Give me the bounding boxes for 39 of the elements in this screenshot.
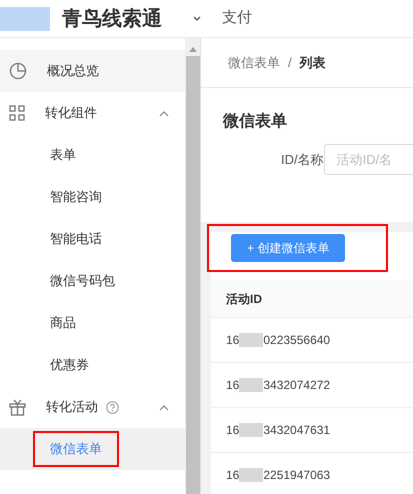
chevron-up-icon[interactable]	[159, 110, 169, 116]
gift-icon	[9, 398, 26, 416]
logo-placeholder	[0, 6, 50, 30]
redaction-block	[239, 378, 264, 392]
sidebar-group[interactable]: 转化活动	[46, 397, 98, 417]
pie-chart-icon	[9, 62, 27, 80]
id-suffix: 2251947063	[263, 467, 330, 484]
id-suffix: 3432047631	[263, 422, 330, 439]
id-prefix: 16	[226, 332, 240, 349]
id-prefix: 16	[226, 467, 240, 484]
id-prefix: 16	[226, 422, 240, 439]
sidebar-item[interactable]: 微信号码包	[33, 263, 132, 299]
search-field[interactable]: 活动ID/名	[324, 144, 413, 175]
product-name: 青鸟线索通	[62, 6, 162, 32]
redaction-block	[239, 423, 264, 437]
breadcrumb-link[interactable]: 微信表单	[228, 52, 280, 72]
id-prefix: 16	[226, 377, 240, 394]
column-header: 活动ID	[226, 290, 262, 308]
sidebar-item[interactable]: 表单	[33, 137, 93, 173]
filter-label: ID/名称	[281, 150, 324, 169]
chevron-down-icon[interactable]	[192, 14, 202, 22]
help-icon[interactable]	[106, 400, 119, 414]
scroll-up-icon[interactable]	[188, 46, 196, 52]
sidebar-item[interactable]: 优惠券	[33, 347, 106, 383]
id-suffix: 3432074272	[263, 377, 330, 394]
sidebar-item[interactable]: 概况总览	[47, 61, 99, 81]
sidebar-item[interactable]: 智能咨询	[33, 179, 119, 215]
breadcrumb-separator: /	[288, 54, 292, 72]
redaction-block	[239, 468, 264, 482]
page-title: 微信表单	[223, 112, 288, 132]
sidebar-item[interactable]: 智能电话	[33, 221, 119, 257]
grid-icon	[9, 105, 25, 121]
nav-link[interactable]: 支付	[222, 7, 252, 30]
sidebar-group[interactable]: 转化组件	[45, 103, 97, 123]
chevron-up-icon[interactable]	[159, 404, 169, 410]
sidebar-item[interactable]: 商品	[33, 305, 93, 341]
redaction-block	[239, 333, 264, 347]
breadcrumb-current: 列表	[300, 54, 326, 72]
id-suffix: 0223556640	[263, 332, 330, 349]
